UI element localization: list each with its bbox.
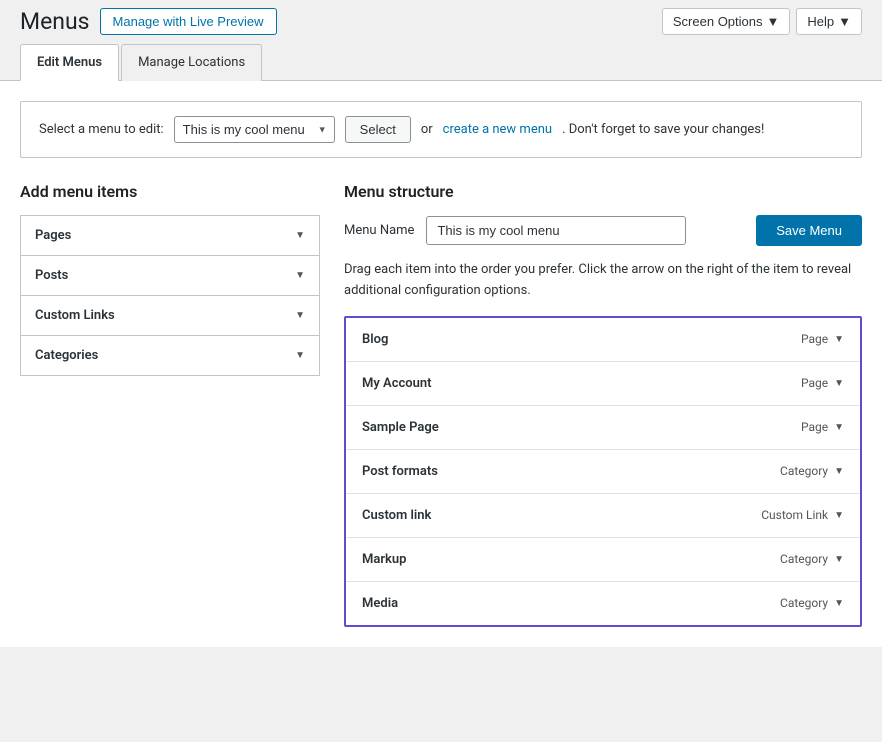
menu-item-markup[interactable]: Markup Category ▼ xyxy=(346,538,860,582)
accordion-pages-label: Pages xyxy=(35,228,71,243)
menu-item-my-account[interactable]: My Account Page ▼ xyxy=(346,362,860,406)
menu-item-markup-chevron-icon[interactable]: ▼ xyxy=(834,554,844,565)
two-col-layout: Add menu items Pages ▼ Posts ▼ Custom Li… xyxy=(20,182,862,627)
top-bar-left: Menus Manage with Live Preview xyxy=(20,8,277,35)
top-bar: Menus Manage with Live Preview Screen Op… xyxy=(0,0,882,43)
menu-item-media-label: Media xyxy=(362,596,398,611)
accordion-categories-chevron-icon: ▼ xyxy=(295,350,305,361)
menu-dropdown-wrapper: This is my cool menu xyxy=(174,116,335,143)
menu-item-media[interactable]: Media Category ▼ xyxy=(346,582,860,625)
accordion-posts-label: Posts xyxy=(35,268,68,283)
tab-edit-menus[interactable]: Edit Menus xyxy=(20,44,119,81)
main-content: Select a menu to edit: This is my cool m… xyxy=(0,81,882,647)
select-menu-label: Select a menu to edit: xyxy=(39,122,164,137)
help-button[interactable]: Help ▼ xyxy=(796,8,862,35)
accordion-pages-header[interactable]: Pages ▼ xyxy=(21,216,319,255)
tab-manage-locations[interactable]: Manage Locations xyxy=(121,44,262,81)
menu-item-custom-link-type: Custom Link xyxy=(761,508,828,522)
screen-options-chevron-icon: ▼ xyxy=(767,14,780,29)
menu-item-media-right: Category ▼ xyxy=(780,596,844,610)
menu-name-row: Menu Name Save Menu xyxy=(344,215,862,246)
menu-item-blog-chevron-icon[interactable]: ▼ xyxy=(834,334,844,345)
menu-items-container: Blog Page ▼ My Account Page ▼ Sample Pag… xyxy=(344,316,862,627)
accordion-posts-header[interactable]: Posts ▼ xyxy=(21,256,319,295)
menu-item-sample-page[interactable]: Sample Page Page ▼ xyxy=(346,406,860,450)
create-new-menu-link[interactable]: create a new menu xyxy=(443,122,552,137)
accordion-categories: Categories ▼ xyxy=(20,335,320,376)
menu-item-post-formats-type: Category xyxy=(780,464,828,478)
menu-item-custom-link-chevron-icon[interactable]: ▼ xyxy=(834,510,844,521)
menu-item-sample-page-right: Page ▼ xyxy=(801,420,844,434)
menu-item-media-chevron-icon[interactable]: ▼ xyxy=(834,598,844,609)
tab-manage-locations-label: Manage Locations xyxy=(138,55,245,70)
accordion-posts-chevron-icon: ▼ xyxy=(295,270,305,281)
menu-item-sample-page-label: Sample Page xyxy=(362,420,439,435)
live-preview-button[interactable]: Manage with Live Preview xyxy=(100,8,277,35)
menu-item-blog-label: Blog xyxy=(362,332,388,347)
menu-item-media-type: Category xyxy=(780,596,828,610)
save-menu-button[interactable]: Save Menu xyxy=(756,215,862,246)
left-col: Add menu items Pages ▼ Posts ▼ Custom Li… xyxy=(20,182,320,375)
menu-item-sample-page-type: Page xyxy=(801,420,828,434)
menu-item-my-account-label: My Account xyxy=(362,376,432,391)
help-chevron-icon: ▼ xyxy=(838,14,851,29)
screen-options-label: Screen Options xyxy=(673,14,763,29)
reminder-text: . Don't forget to save your changes! xyxy=(562,122,764,137)
help-label: Help xyxy=(807,14,834,29)
menu-item-custom-link[interactable]: Custom link Custom Link ▼ xyxy=(346,494,860,538)
menu-item-markup-right: Category ▼ xyxy=(780,552,844,566)
menu-item-blog-type: Page xyxy=(801,332,828,346)
tabs-row: Edit Menus Manage Locations xyxy=(0,43,882,81)
accordion-custom-links-label: Custom Links xyxy=(35,308,115,323)
select-menu-bar: Select a menu to edit: This is my cool m… xyxy=(20,101,862,158)
menu-select-dropdown[interactable]: This is my cool menu xyxy=(174,116,335,143)
menu-item-post-formats-right: Category ▼ xyxy=(780,464,844,478)
menu-item-post-formats-label: Post formats xyxy=(362,464,438,479)
menu-item-sample-page-chevron-icon[interactable]: ▼ xyxy=(834,422,844,433)
add-menu-items-title: Add menu items xyxy=(20,182,320,201)
accordion-categories-label: Categories xyxy=(35,348,98,363)
menu-item-custom-link-right: Custom Link ▼ xyxy=(761,508,844,522)
select-menu-button[interactable]: Select xyxy=(345,116,411,143)
menu-structure-title: Menu structure xyxy=(344,182,862,201)
menu-name-label: Menu Name xyxy=(344,223,414,238)
screen-options-button[interactable]: Screen Options ▼ xyxy=(662,8,790,35)
page-title: Menus xyxy=(20,8,90,35)
menu-item-my-account-type: Page xyxy=(801,376,828,390)
accordion-pages-chevron-icon: ▼ xyxy=(295,230,305,241)
accordion-custom-links-header[interactable]: Custom Links ▼ xyxy=(21,296,319,335)
or-text: or xyxy=(421,122,433,137)
accordion-categories-header[interactable]: Categories ▼ xyxy=(21,336,319,375)
menu-item-my-account-chevron-icon[interactable]: ▼ xyxy=(834,378,844,389)
menu-item-blog[interactable]: Blog Page ▼ xyxy=(346,318,860,362)
accordion-posts: Posts ▼ xyxy=(20,255,320,296)
accordion-custom-links: Custom Links ▼ xyxy=(20,295,320,336)
right-col: Menu structure Menu Name Save Menu Drag … xyxy=(344,182,862,627)
drag-instruction: Drag each item into the order you prefer… xyxy=(344,260,862,302)
tab-edit-menus-label: Edit Menus xyxy=(37,55,102,70)
accordion-pages: Pages ▼ xyxy=(20,215,320,256)
top-bar-right: Screen Options ▼ Help ▼ xyxy=(662,8,862,35)
menu-item-custom-link-label: Custom link xyxy=(362,508,431,523)
menu-item-my-account-right: Page ▼ xyxy=(801,376,844,390)
menu-name-input[interactable] xyxy=(426,216,686,245)
menu-item-post-formats[interactable]: Post formats Category ▼ xyxy=(346,450,860,494)
menu-item-blog-right: Page ▼ xyxy=(801,332,844,346)
menu-item-markup-type: Category xyxy=(780,552,828,566)
accordion-custom-links-chevron-icon: ▼ xyxy=(295,310,305,321)
menu-item-post-formats-chevron-icon[interactable]: ▼ xyxy=(834,466,844,477)
menu-item-markup-label: Markup xyxy=(362,552,406,567)
